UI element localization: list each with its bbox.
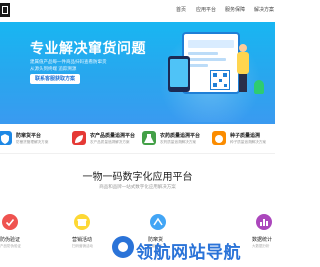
leaf-icon (72, 131, 86, 145)
watermark-logo-icon (112, 236, 134, 258)
site-header: 首页 应用平台 服务保障 解决方案 (0, 0, 275, 22)
person-illustration (236, 44, 250, 94)
feature-strip: 防窜货平台 防窜货管理解决方案 农产品质量追溯平台 农产品质量追溯解决方案 农药… (0, 124, 275, 154)
tablet-text-line (188, 64, 208, 67)
phone-illustration (168, 56, 190, 92)
tablet-text-line (188, 58, 226, 61)
nav-item-service[interactable]: 服务保障 (225, 6, 245, 13)
app-card[interactable]: 防伪验证 产品防伪验证 (0, 200, 60, 267)
feature-desc: 农产品质量追溯解决方案 (90, 140, 130, 144)
card-desc: 大数据分析 (252, 244, 270, 248)
nav-item-platform[interactable]: 应用平台 (196, 6, 216, 13)
hero-banner: 专业解决窜货问题 建属值产品每一件商品扫码查看防窜货 从源头到终端 追踪溯源 联… (0, 22, 275, 124)
tablet-text-line (188, 52, 218, 55)
phone-screen (170, 59, 188, 87)
badge-check-icon (2, 214, 18, 230)
card-label: 营销活动 (72, 237, 93, 243)
watermark-text: 领航网站导航 (136, 243, 241, 263)
nav-item-home[interactable]: 首页 (176, 6, 186, 13)
feature-desc: 种子质量追溯解决方案 (230, 140, 266, 144)
feature-title: 防窜货平台 (16, 133, 42, 139)
plant-illustration (254, 80, 264, 94)
card-label: 防伪验证 (0, 237, 21, 243)
tablet-illustration (182, 32, 240, 94)
logo-mark-icon (2, 6, 8, 14)
banner-title: 专业解决窜货问题 (30, 41, 146, 57)
section-subtitle: 商品和品牌一站式数字化应用解决方案 (99, 185, 176, 190)
card-label: 数据统计 (252, 237, 273, 243)
qr-code-icon (210, 70, 230, 90)
feature-desc: 农药质量追溯解决方案 (160, 140, 196, 144)
card-desc: 扫码营销活动 (72, 244, 93, 248)
banner-subtitle: 建属值产品每一件商品扫码查看防窜货 (30, 60, 107, 65)
feature-title: 农药质量追溯平台 (160, 133, 201, 139)
nav-item-solutions[interactable]: 解决方案 (254, 6, 274, 13)
seed-icon (212, 131, 226, 145)
gift-icon (74, 214, 90, 230)
card-desc: 产品防伪验证 (0, 244, 21, 248)
feature-title: 种子质量追溯 (230, 133, 261, 139)
tablet-header-bar (188, 40, 234, 48)
shield-icon (0, 131, 12, 145)
flask-icon (142, 131, 156, 145)
banner-subtitle-2: 从源头到终端 追踪溯源 (30, 67, 77, 72)
contact-button[interactable]: 联系客服获取方案 (30, 74, 81, 84)
feature-title: 农产品质量追溯平台 (90, 133, 136, 139)
site-logo[interactable] (0, 3, 10, 17)
route-icon (150, 214, 166, 230)
feature-desc: 防窜货管理解决方案 (16, 140, 49, 144)
chart-icon (256, 214, 272, 230)
section-title: 一物一码数字化应用平台 (82, 172, 193, 183)
